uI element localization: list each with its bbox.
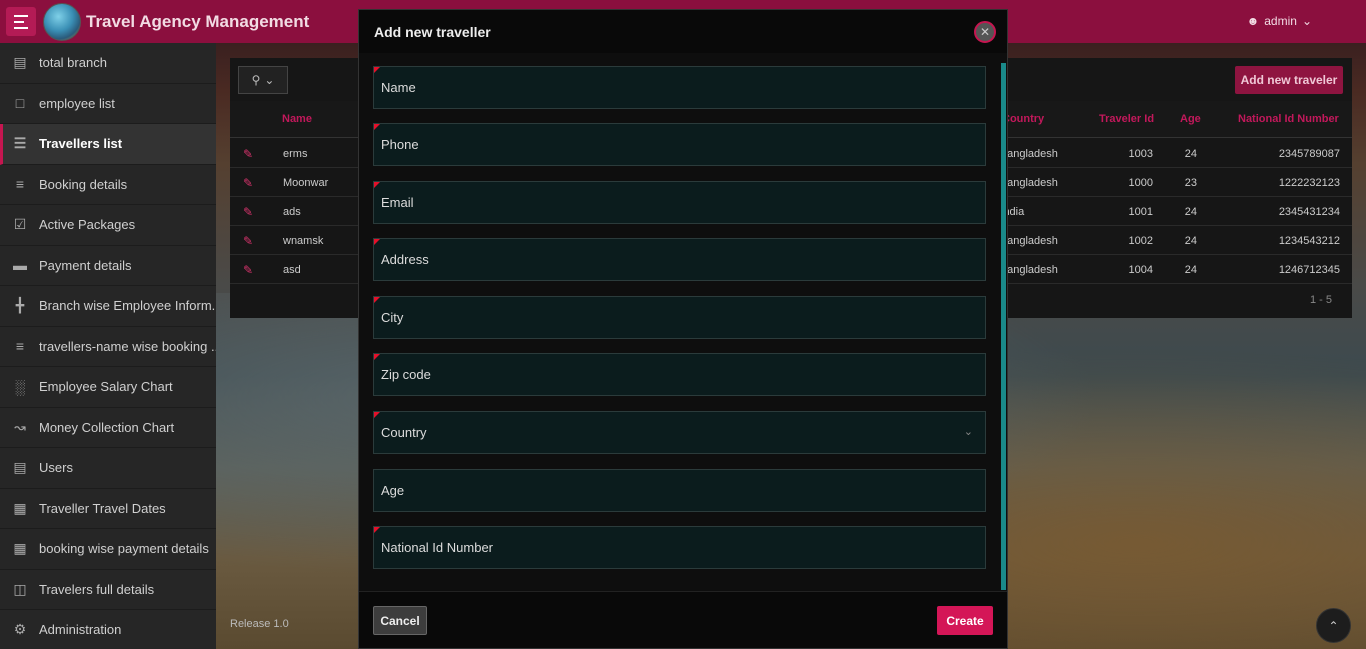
edit-icon[interactable]: ✎ xyxy=(243,205,253,219)
column-header-name[interactable]: Name xyxy=(282,113,312,125)
user-menu[interactable]: ☻ admin ⌄ xyxy=(1247,14,1312,28)
clipboard-icon: ▤ xyxy=(13,54,27,71)
edit-icon[interactable]: ✎ xyxy=(243,263,253,277)
column-header-traveler-id[interactable]: Traveler Id xyxy=(1099,113,1154,125)
user-name: admin xyxy=(1264,14,1297,28)
release-version: Release 1.0 xyxy=(230,618,289,630)
sidebar-item-booking-details[interactable]: ≡ Booking details xyxy=(0,165,216,205)
hierarchy-icon: ╋ xyxy=(15,297,25,314)
sidebar-item-travelers-full-details[interactable]: ◫ Travelers full details xyxy=(0,570,216,610)
age-field[interactable]: Age xyxy=(373,469,986,512)
add-traveller-dialog: Add new traveller ✕ Name Phone Email Add… xyxy=(358,9,1008,649)
line-chart-icon: ↝ xyxy=(14,418,26,435)
required-marker xyxy=(374,239,380,245)
sidebar-item-money-collection-chart[interactable]: ↝ Money Collection Chart xyxy=(0,408,216,448)
align-center-icon: ≡ xyxy=(15,176,25,193)
user-wrench-icon: ⚙ xyxy=(13,621,27,638)
dialog-body: Name Phone Email Address City Zip code C… xyxy=(359,53,1007,591)
scroll-to-top-icon[interactable]: ⌃ xyxy=(1316,608,1351,643)
sidebar-item-travellers-list[interactable]: ☰ Travellers list xyxy=(0,124,216,165)
cancel-button[interactable]: Cancel xyxy=(373,606,427,635)
required-marker xyxy=(374,67,380,73)
search-column-button[interactable]: ⚲ ⌄ xyxy=(238,66,288,94)
required-marker xyxy=(374,124,380,130)
zip-code-field[interactable]: Zip code xyxy=(373,353,986,396)
required-marker xyxy=(374,412,380,418)
required-marker xyxy=(374,527,380,533)
dialog-scrollbar[interactable] xyxy=(1001,63,1006,590)
required-marker xyxy=(374,297,380,303)
table-icon: ▦ xyxy=(13,540,27,557)
city-field[interactable]: City xyxy=(373,296,986,339)
layout-icon: ◫ xyxy=(13,580,27,597)
address-field[interactable]: Address xyxy=(373,238,986,281)
sidebar-item-traveller-travel-dates[interactable]: ▦ Traveller Travel Dates xyxy=(0,489,216,529)
name-field[interactable]: Name xyxy=(373,66,986,109)
sidebar-item-travellers-name-wise-booking[interactable]: ≡ travellers-name wise booking ... xyxy=(0,327,216,367)
dialog-footer: Cancel Create xyxy=(359,591,1007,648)
close-icon[interactable]: ✕ xyxy=(974,21,996,43)
column-header-national-id[interactable]: National Id Number xyxy=(1238,113,1339,125)
create-button[interactable]: Create xyxy=(937,606,993,635)
bar-chart-icon: ░ xyxy=(15,378,25,395)
sidebar-item-administration[interactable]: ⚙ Administration xyxy=(0,610,216,649)
required-marker xyxy=(374,182,380,188)
sidebar-item-booking-wise-payment[interactable]: ▦ booking wise payment details xyxy=(0,529,216,570)
national-id-field[interactable]: National Id Number xyxy=(373,526,986,569)
chevron-down-icon: ⌄ xyxy=(1301,14,1312,28)
phone-field[interactable]: Phone xyxy=(373,123,986,166)
required-marker xyxy=(374,354,380,360)
app-logo[interactable] xyxy=(43,3,81,41)
dialog-header: Add new traveller xyxy=(359,10,1007,53)
sidebar-item-payment-details[interactable]: ▬ Payment details xyxy=(0,246,216,286)
calendar-icon: ▦ xyxy=(13,499,27,516)
hamburger-menu-icon[interactable] xyxy=(6,7,36,36)
edit-icon[interactable]: ✎ xyxy=(243,147,253,161)
email-field[interactable]: Email xyxy=(373,181,986,224)
column-header-age[interactable]: Age xyxy=(1180,113,1201,125)
sidebar-item-active-packages[interactable]: ☑ Active Packages xyxy=(0,205,216,246)
checkbox-icon: ☑ xyxy=(13,216,27,233)
credit-card-icon: ▬ xyxy=(13,257,27,274)
sidebar-item-employee-list[interactable]: □ employee list xyxy=(0,84,216,124)
sidebar-item-branch-wise-employee[interactable]: ╋ Branch wise Employee Inform... xyxy=(0,286,216,327)
dialog-title: Add new traveller xyxy=(374,23,491,40)
sidebar: ▤ total branch □ employee list ☰ Travellers… xyxy=(0,43,216,649)
pagination: 1 - 5 xyxy=(1309,294,1332,306)
id-card-icon: □ xyxy=(15,95,25,112)
add-new-traveler-button[interactable]: Add new traveler xyxy=(1235,66,1343,94)
user-icon: ☻ xyxy=(1246,14,1260,28)
country-select[interactable]: Country ⌄ xyxy=(373,411,986,454)
column-header-country[interactable]: Country xyxy=(1002,113,1044,125)
sidebar-item-employee-salary-chart[interactable]: ░ Employee Salary Chart xyxy=(0,367,216,408)
edit-icon[interactable]: ✎ xyxy=(243,234,253,248)
chevron-down-icon: ⌄ xyxy=(963,426,973,438)
chevron-down-icon: ⌄ xyxy=(264,73,275,87)
search-icon: ⚲ xyxy=(251,73,261,87)
sidebar-item-total-branch[interactable]: ▤ total branch xyxy=(0,43,216,84)
edit-icon[interactable]: ✎ xyxy=(243,176,253,190)
address-card-icon: ▤ xyxy=(13,459,27,476)
app-title[interactable]: Travel Agency Management xyxy=(86,12,309,32)
list-icon: ☰ xyxy=(13,135,27,152)
sidebar-item-users[interactable]: ▤ Users xyxy=(0,448,216,489)
align-center-icon: ≡ xyxy=(15,338,25,355)
